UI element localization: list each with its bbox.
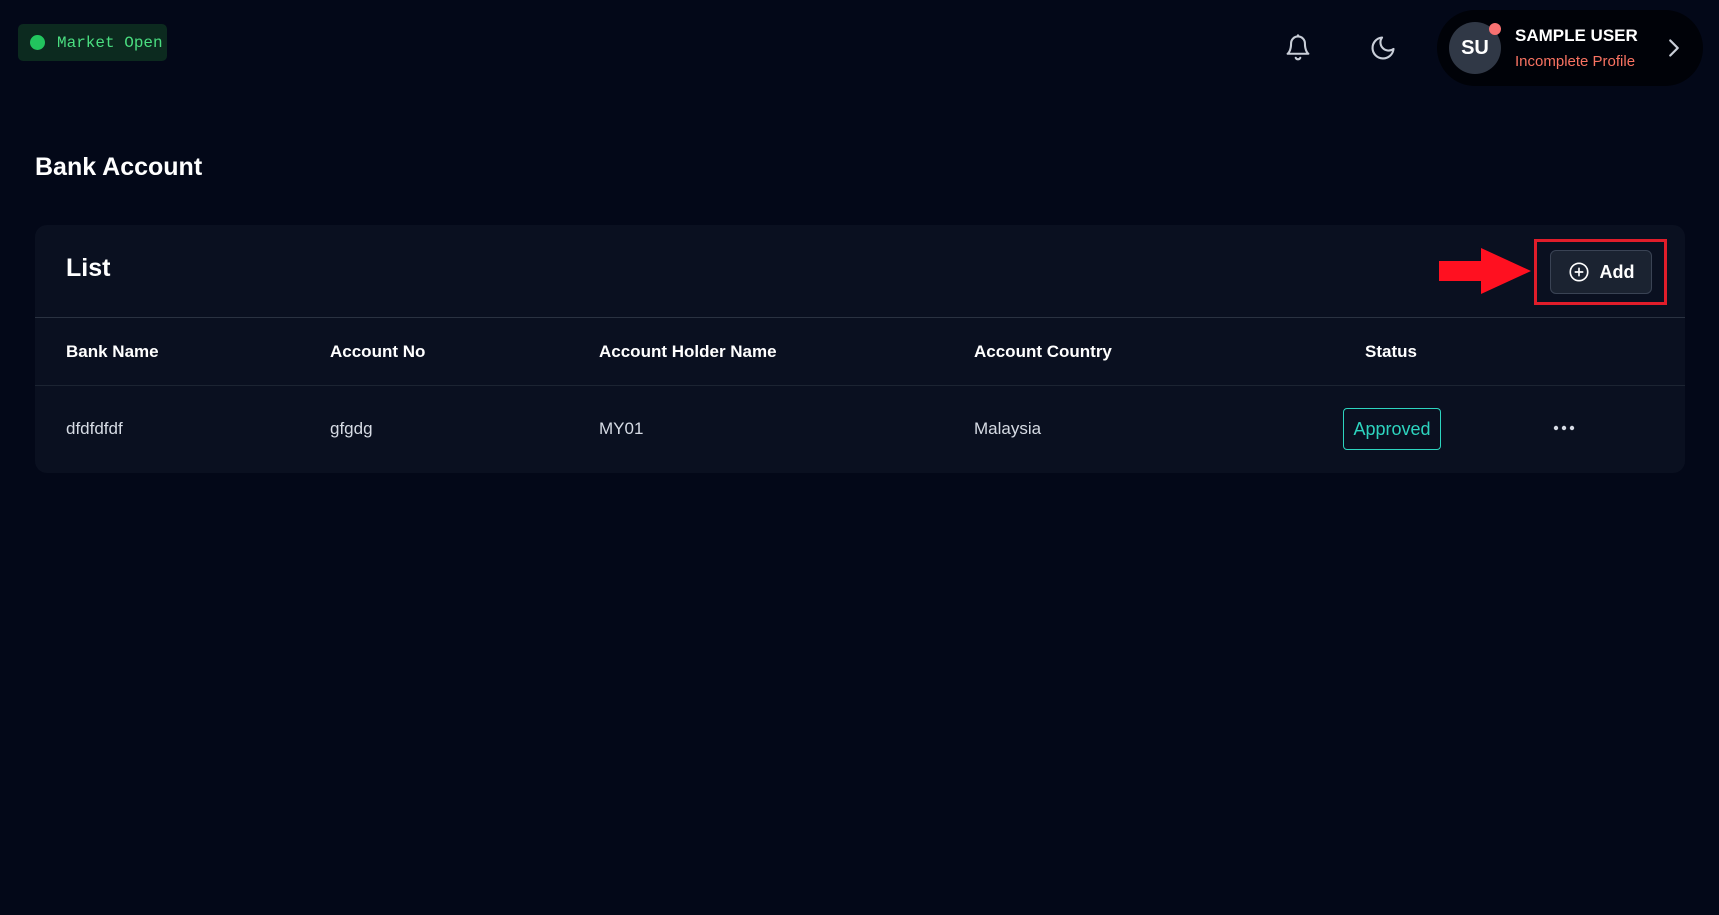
column-header-bank-name: Bank Name: [66, 341, 159, 361]
market-status-dot: [30, 35, 45, 50]
add-button[interactable]: Add: [1550, 250, 1652, 294]
profile-status: Incomplete Profile: [1515, 53, 1636, 70]
table-row: dfdfdfdf gfgdg MY01 Malaysia Approved: [35, 386, 1685, 472]
more-horizontal-icon: [1553, 425, 1575, 431]
bank-account-list-card: List Add Bank Name Account No Account Ho…: [35, 225, 1685, 473]
row-actions-button[interactable]: [1549, 416, 1579, 440]
status-badge: Approved: [1343, 408, 1441, 450]
table-header: Bank Name Account No Account Holder Name…: [35, 318, 1685, 386]
market-status-badge: Market Open: [18, 24, 167, 61]
chevron-right-icon: [1669, 39, 1679, 57]
notifications-button[interactable]: [1280, 30, 1316, 66]
account-no-cell: gfgdg: [330, 419, 373, 438]
country-cell: Malaysia: [974, 419, 1042, 438]
avatar-initials: SU: [1461, 36, 1489, 59]
add-button-label: Add: [1599, 261, 1635, 282]
user-info: SAMPLE USER Incomplete Profile: [1515, 26, 1638, 70]
theme-toggle-button[interactable]: [1365, 30, 1401, 66]
page-title: Bank Account: [35, 153, 203, 181]
red-arrow-annotation: [1439, 248, 1531, 294]
bell-icon: [1286, 34, 1310, 61]
avatar: SU: [1449, 22, 1501, 74]
market-status-text: Market Open: [57, 33, 163, 52]
moon-icon: [1371, 36, 1395, 60]
user-profile-menu[interactable]: SU SAMPLE USER Incomplete Profile: [1437, 10, 1703, 86]
bank-name-cell: dfdfdfdf: [66, 419, 123, 438]
card-title: List: [66, 254, 111, 282]
notification-dot: [1489, 23, 1501, 35]
column-header-account-no: Account No: [330, 341, 426, 361]
column-header-status: Status: [1365, 341, 1417, 361]
column-header-holder-name: Account Holder Name: [599, 341, 777, 361]
plus-circle-icon: [1568, 262, 1589, 282]
holder-name-cell: MY01: [599, 419, 644, 438]
user-name: SAMPLE USER: [1515, 26, 1638, 45]
page: Market Open SU SAMPLE USER Incomplete Pr…: [0, 0, 1719, 915]
card-header: List Add: [35, 225, 1685, 318]
column-header-country: Account Country: [974, 341, 1112, 361]
